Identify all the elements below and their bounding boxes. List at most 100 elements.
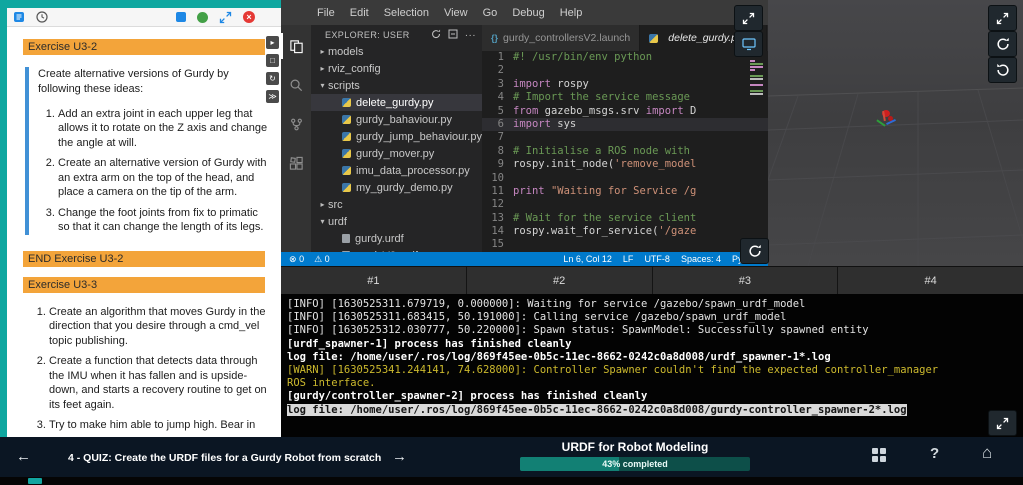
- tree-item-src[interactable]: ▸ src: [311, 196, 482, 213]
- gurdy-robot[interactable]: [874, 106, 908, 140]
- next-lesson-button[interactable]: →: [392, 448, 407, 465]
- code-line[interactable]: 14 rospy.wait_for_service('/gaze: [482, 225, 768, 238]
- notebook-top-accent: [0, 0, 281, 8]
- run-icon[interactable]: [197, 11, 208, 23]
- notebook-content: Exercise U3-2 Create alternative version…: [7, 27, 281, 437]
- progress-label: 43% completed: [602, 459, 668, 469]
- minimap[interactable]: [750, 54, 766, 98]
- terminal-tab-3[interactable]: #3: [652, 267, 839, 294]
- notebook-icon[interactable]: [13, 11, 25, 23]
- help-icon[interactable]: ?: [930, 445, 939, 462]
- chevron-down-icon: ▾: [320, 217, 325, 226]
- tree-item-models[interactable]: ▸ models: [311, 43, 482, 60]
- code-line[interactable]: 13 # Wait for the service client: [482, 212, 768, 225]
- notebook-panel: × Exercise U3-2 Create alternative versi…: [7, 8, 281, 437]
- lesson-title: 4 - QUIZ: Create the URDF files for a Gu…: [68, 452, 382, 464]
- line-number: 12: [491, 198, 504, 211]
- code-line[interactable]: 11 print "Waiting for Service /g: [482, 185, 768, 198]
- ide-panel: File Edit Selection View Go Debug Help EXPLORE…: [281, 0, 768, 266]
- tree-item-scripts[interactable]: ▾ scripts: [311, 77, 482, 94]
- code-line[interactable]: 4 # Import the service message: [482, 91, 768, 104]
- terminal-line: [WARN] [1630525341.244141, 74.628000]: C…: [287, 364, 939, 377]
- line-number: 11: [491, 184, 504, 197]
- indent-indicator[interactable]: Spaces: 4: [681, 254, 721, 264]
- editor-refresh-button[interactable]: [740, 238, 769, 264]
- code-line[interactable]: 7: [482, 131, 768, 144]
- more-actions-icon[interactable]: ···: [465, 30, 476, 41]
- code-line[interactable]: 15: [482, 238, 768, 251]
- exercise-u32-intro: Create alternative versions of Gurdy by …: [38, 68, 229, 95]
- ide-expand-button[interactable]: [734, 5, 763, 31]
- eol-indicator[interactable]: LF: [623, 254, 634, 264]
- home-icon[interactable]: ⌂: [982, 443, 992, 463]
- stop-cell-button[interactable]: □: [266, 54, 279, 67]
- encoding-indicator[interactable]: UTF-8: [644, 254, 670, 264]
- explorer-icon[interactable]: [281, 33, 311, 59]
- gazebo-view[interactable]: [768, 0, 1023, 266]
- code-line[interactable]: 6 import sys: [482, 117, 768, 132]
- code-text: # Import the service message: [513, 91, 691, 104]
- code-line[interactable]: 8 # Initialise a ROS node with: [482, 145, 768, 158]
- terminal-expand-button[interactable]: [988, 410, 1017, 436]
- ide-display-button[interactable]: [734, 31, 763, 57]
- python-file-icon: [342, 149, 351, 158]
- menu-item-edit[interactable]: Edit: [350, 7, 369, 19]
- close-icon[interactable]: ×: [243, 11, 255, 23]
- gazebo-refresh-button[interactable]: [988, 31, 1017, 57]
- tree-item-delete_gurdy.py[interactable]: delete_gurdy.py: [311, 94, 482, 111]
- code-line[interactable]: 2: [482, 64, 768, 77]
- expand-icon[interactable]: [219, 11, 232, 24]
- gazebo-expand-button[interactable]: [988, 5, 1017, 31]
- taskbar-app-icon[interactable]: [28, 478, 42, 484]
- terminal-tab-4[interactable]: #4: [838, 267, 1023, 294]
- tree-item-urdf[interactable]: ▾ urdf: [311, 213, 482, 230]
- gazebo-reset-view-button[interactable]: [988, 57, 1017, 83]
- collapse-all-icon[interactable]: [448, 29, 458, 42]
- code-line[interactable]: 1 #! /usr/bin/env python: [482, 51, 768, 64]
- menu-item-debug[interactable]: Debug: [512, 7, 544, 19]
- terminal-output[interactable]: [INFO] [1630525311.679719, 0.000000]: Wa…: [281, 294, 1023, 437]
- source-control-icon[interactable]: [281, 111, 311, 137]
- tree-item-gurdy.urdf[interactable]: gurdy.urdf: [311, 230, 482, 247]
- menu-item-go[interactable]: Go: [483, 7, 498, 19]
- tree-item-my_gurdy_demo.py[interactable]: my_gurdy_demo.py: [311, 179, 482, 196]
- tree-item-rviz_config[interactable]: ▸ rviz_config: [311, 60, 482, 77]
- menu-item-help[interactable]: Help: [560, 7, 583, 19]
- taskbar: [0, 477, 1023, 485]
- fast-forward-button[interactable]: ≫: [266, 90, 279, 103]
- refresh-icon[interactable]: [431, 29, 441, 42]
- tree-item-imu_data_processor.py[interactable]: imu_data_processor.py: [311, 162, 482, 179]
- stop-icon[interactable]: [176, 12, 186, 22]
- code-line[interactable]: 12: [482, 198, 768, 211]
- code-line[interactable]: 9 rospy.init_node('remove_model: [482, 158, 768, 171]
- history-icon[interactable]: [36, 11, 48, 23]
- menu-item-selection[interactable]: Selection: [384, 7, 429, 19]
- menu-item-file[interactable]: File: [317, 7, 335, 19]
- cursor-position[interactable]: Ln 6, Col 12: [563, 254, 612, 264]
- jump-to-button[interactable]: ▸: [266, 36, 279, 49]
- menu-item-view[interactable]: View: [444, 7, 468, 19]
- apps-grid-icon[interactable]: [872, 448, 886, 462]
- terminal-line: ROS interface.: [287, 377, 376, 390]
- terminal-line: [urdf_spawner-1] process has finished cl…: [287, 337, 572, 350]
- terminal-line: [gurdy/controller_spawner-2] process has…: [287, 390, 648, 403]
- code-area: 1 #! /usr/bin/env python 2 3 import rospy 4 # …: [482, 51, 768, 252]
- terminal-tab-2[interactable]: #2: [466, 267, 653, 294]
- editor-tab-gurdy_controllersV2.launch[interactable]: {} gurdy_controllersV2.launch: [482, 25, 641, 51]
- tree-item-gurdy_mover.py[interactable]: gurdy_mover.py: [311, 145, 482, 162]
- errors-indicator[interactable]: ⊗ 0: [289, 254, 304, 265]
- code-line[interactable]: 5 from gazebo_msgs.srv import D: [482, 105, 768, 118]
- terminal-line: log file: /home/user/.ros/log/869f45ee-0…: [287, 403, 907, 416]
- tree-item-gurdy_jump_behaviour.py[interactable]: gurdy_jump_behaviour.py: [311, 128, 482, 145]
- prev-lesson-button[interactable]: ←: [16, 448, 31, 465]
- warnings-indicator[interactable]: ⚠ 0: [314, 254, 330, 265]
- terminal-tab-1[interactable]: #1: [281, 267, 467, 294]
- search-icon[interactable]: [281, 72, 311, 98]
- extensions-icon[interactable]: [281, 150, 311, 176]
- code-line[interactable]: 3 import rospy: [482, 78, 768, 91]
- tree-item-gurdy_bahaviour.py[interactable]: gurdy_bahaviour.py: [311, 111, 482, 128]
- code-editor[interactable]: 1 #! /usr/bin/env python 2 3 import rospy 4 # …: [482, 51, 768, 252]
- code-line[interactable]: 10: [482, 172, 768, 185]
- refresh-notebook-button[interactable]: ↻: [266, 72, 279, 85]
- terminal-tabs: #1 #2 #3 #4: [281, 266, 1023, 294]
